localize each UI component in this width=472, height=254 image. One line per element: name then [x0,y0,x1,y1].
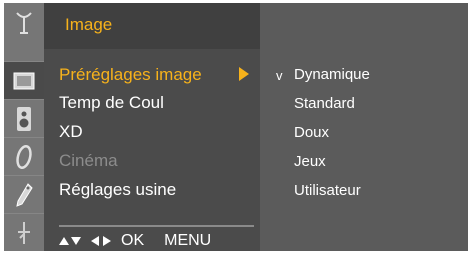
menu-item-xd[interactable]: XD [59,122,83,142]
menu-item-picture-mode[interactable]: Préréglages image [59,65,202,85]
network-icon [18,221,30,244]
submenu-arrow-icon [239,67,249,81]
osd-menu: Image Préréglages image Temp de Coul XD … [4,3,468,251]
menu-header: Image [44,3,260,49]
option-tab[interactable] [4,175,44,213]
audio-tab[interactable] [4,99,44,137]
icon-column [4,3,44,251]
antenna-icon [16,11,32,34]
up-down-arrows-icon [59,235,81,247]
picture-icon [13,72,35,89]
clock-icon [16,144,32,169]
main-menu: Image Préréglages image Temp de Coul XD … [44,3,260,251]
menu-item-cinema: Cinéma [59,151,118,170]
input-tab[interactable] [4,213,44,251]
footer-help: OK MENU [59,232,211,250]
footer-divider [59,225,254,227]
option-jeux[interactable]: Jeux [294,153,326,171]
speaker-icon [17,106,31,131]
option-utilisateur[interactable]: Utilisateur [294,182,361,200]
menu-item-reset[interactable]: Réglages usine [59,180,176,200]
option-doux[interactable]: Doux [294,124,329,142]
submenu: v Dynamique Standard Doux Jeux Utilisate… [260,3,468,251]
time-tab[interactable] [4,137,44,175]
key-icon [16,182,33,207]
menu-item-color-temp[interactable]: Temp de Coul [59,93,164,113]
ok-label: OK [121,232,145,249]
menu-label: MENU [164,232,212,249]
station-tab[interactable] [4,3,44,40]
left-right-arrows-icon [91,235,111,247]
check-mark-icon: v [276,68,283,83]
option-standard[interactable]: Standard [294,95,355,113]
menu-title: Image [65,15,113,34]
option-dynamique[interactable]: Dynamique [294,66,370,84]
picture-tab[interactable] [4,61,44,99]
